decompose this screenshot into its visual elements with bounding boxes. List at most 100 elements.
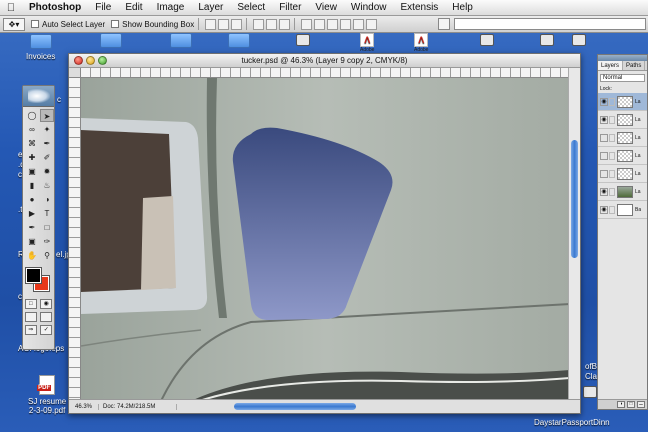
align-bottom-button[interactable] (231, 18, 243, 30)
layer-link-icon[interactable] (609, 169, 615, 178)
auto-select-checkbox[interactable] (31, 20, 39, 28)
tool-preset-picker[interactable]: ✥▾ (3, 17, 25, 31)
distribute-vcenter-button[interactable] (314, 18, 326, 30)
horizontal-scroll-thumb[interactable] (234, 403, 356, 410)
distribute-bottom-button[interactable] (327, 18, 339, 30)
brush-tool-icon[interactable]: ✐ (40, 151, 54, 164)
distribute-right-button[interactable] (366, 18, 378, 30)
eraser-tool-icon[interactable]: ▮ (25, 179, 39, 192)
tab-paths[interactable]: Paths (623, 61, 646, 70)
visibility-eye-icon[interactable]: ◉ (600, 205, 608, 214)
path-selection-tool-icon[interactable]: ▶ (25, 207, 39, 220)
desktop-folder[interactable] (170, 33, 192, 51)
horizontal-ruler[interactable] (81, 68, 568, 78)
zoom-level[interactable]: 46.3% (69, 403, 99, 410)
ruler-origin[interactable] (69, 68, 81, 78)
align-left-button[interactable] (253, 18, 265, 30)
auto-select-option[interactable]: Auto Select Layer (31, 20, 105, 29)
menu-extensis[interactable]: Extensis (394, 0, 446, 16)
blur-tool-icon[interactable]: ● (25, 193, 39, 206)
tools-palette-header[interactable] (23, 86, 54, 107)
desktop-file-pdf[interactable]: Λ Adobe (360, 33, 374, 53)
zoom-tool-icon[interactable]: ⚲ (40, 249, 54, 262)
vertical-scrollbar[interactable] (568, 68, 580, 399)
document-size[interactable]: Doc: 74.2M/218.5M (99, 403, 177, 410)
desktop-folder-invoices[interactable]: Invoices (26, 34, 55, 61)
apple-menu-icon[interactable]:  (0, 2, 22, 14)
healing-brush-tool-icon[interactable]: ✚ (25, 151, 39, 164)
desktop-file-pdf[interactable]: Λ Adobe (414, 33, 428, 53)
desktop-folder[interactable] (228, 33, 250, 51)
layer-row[interactable]: La (598, 129, 647, 147)
new-fill-layer-icon[interactable]: ◑ (617, 401, 625, 408)
layer-link-icon[interactable] (609, 97, 615, 106)
jump-to-imageready-icon[interactable]: ⇒ (24, 325, 37, 335)
layer-row[interactable]: ◉ La (598, 111, 647, 129)
visibility-eye-icon[interactable] (600, 133, 608, 142)
visibility-eye-icon[interactable]: ◉ (600, 187, 608, 196)
paint-bucket-tool-icon[interactable]: ♨ (40, 179, 54, 192)
align-right-button[interactable] (279, 18, 291, 30)
tab-layers[interactable]: Layers (598, 61, 624, 70)
desktop-file-camera[interactable] (480, 34, 494, 46)
visibility-eye-icon[interactable] (600, 151, 608, 160)
foreground-color-swatch[interactable] (25, 267, 42, 284)
slice-tool-icon[interactable]: ✒ (40, 137, 54, 150)
menu-layer[interactable]: Layer (191, 0, 230, 16)
menu-window[interactable]: Window (344, 0, 394, 16)
image-canvas[interactable] (81, 78, 568, 399)
shape-tool-icon[interactable]: □ (40, 221, 54, 234)
menu-help[interactable]: Help (445, 0, 480, 16)
layer-row[interactable]: ◉ La (598, 93, 647, 111)
menu-image[interactable]: Image (150, 0, 192, 16)
menu-edit[interactable]: Edit (118, 0, 149, 16)
distribute-top-button[interactable] (301, 18, 313, 30)
type-tool-icon[interactable]: T (40, 207, 54, 220)
layer-row[interactable]: ◉ Ba (598, 201, 647, 219)
desktop-file-camera[interactable] (572, 34, 586, 46)
pen-tool-icon[interactable]: ✒ (25, 221, 39, 234)
align-vcenter-button[interactable] (218, 18, 230, 30)
new-layer-icon[interactable]: □ (627, 401, 635, 408)
dodge-tool-icon[interactable]: ◑ (40, 193, 54, 206)
zoom-window-button[interactable] (98, 56, 107, 65)
lasso-tool-icon[interactable]: ∞ (25, 123, 39, 136)
menu-file[interactable]: File (88, 0, 118, 16)
screen-mode-full-icon[interactable] (40, 312, 53, 322)
marquee-tool-icon[interactable]: ◯ (25, 109, 39, 122)
close-window-button[interactable] (74, 56, 83, 65)
align-hcenter-button[interactable] (266, 18, 278, 30)
vertical-scroll-thumb[interactable] (571, 140, 578, 258)
distribute-hcenter-button[interactable] (353, 18, 365, 30)
desktop-icon-partial[interactable] (583, 386, 597, 398)
eyedropper-tool-icon[interactable]: ✑ (40, 235, 54, 248)
desktop-file-sj-resume[interactable]: PDF SJ resume 2-3-09.pdf (28, 375, 66, 415)
desktop-file-camera[interactable] (540, 34, 554, 46)
clone-stamp-tool-icon[interactable]: ▣ (25, 165, 39, 178)
document-title-bar[interactable]: tucker.psd @ 46.3% (Layer 9 copy 2, CMYK… (69, 54, 580, 68)
distribute-left-button[interactable] (340, 18, 352, 30)
layer-link-icon[interactable] (609, 133, 615, 142)
menu-select[interactable]: Select (230, 0, 272, 16)
file-browser-icon[interactable] (438, 18, 450, 30)
visibility-eye-icon[interactable] (600, 169, 608, 178)
desktop-label-daystar[interactable]: DaystarPassportDinn (534, 418, 610, 427)
layer-link-icon[interactable] (609, 187, 615, 196)
menu-view[interactable]: View (308, 0, 344, 16)
blend-mode-select[interactable]: Normal (600, 74, 645, 82)
layer-link-icon[interactable] (609, 151, 615, 160)
history-brush-tool-icon[interactable]: ✹ (40, 165, 54, 178)
layer-link-icon[interactable] (609, 115, 615, 124)
desktop-file-camera[interactable] (296, 34, 310, 46)
trash-icon[interactable]: ⚊ (637, 401, 645, 408)
magic-wand-tool-icon[interactable]: ✦ (40, 123, 54, 136)
standard-mode-icon[interactable]: □ (24, 299, 37, 309)
desktop-folder[interactable] (100, 33, 122, 51)
layer-row[interactable]: ◉ La (598, 183, 647, 201)
notes-tool-icon[interactable]: ▣ (25, 235, 39, 248)
layer-link-icon[interactable] (609, 205, 615, 214)
screen-mode-standard-icon[interactable] (24, 312, 37, 322)
jump-to-edit-icon[interactable]: ✓ (40, 325, 53, 335)
layer-row[interactable]: La (598, 147, 647, 165)
visibility-eye-icon[interactable]: ◉ (600, 115, 608, 124)
